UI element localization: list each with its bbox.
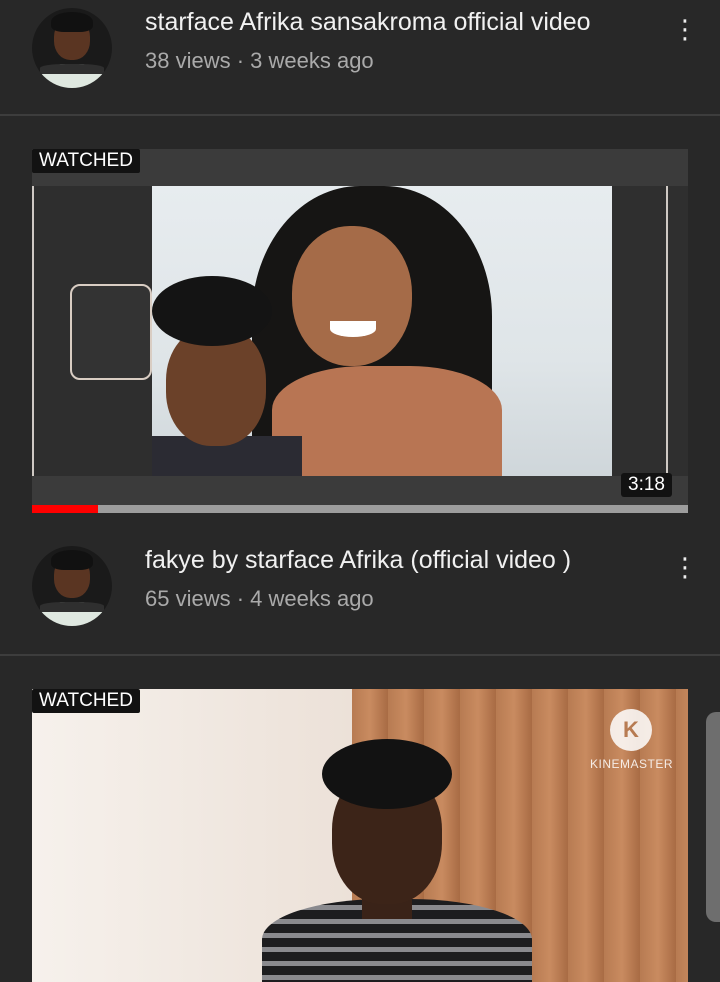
thumbnail-figure <box>272 366 502 476</box>
divider <box>0 654 720 656</box>
frame-line <box>32 186 34 476</box>
thumbnail-overlay-box <box>70 284 152 380</box>
watched-badge: WATCHED <box>32 149 140 173</box>
frame-line <box>666 186 668 476</box>
channel-avatar[interactable] <box>32 546 112 626</box>
video-title[interactable]: fakye by starface Afrika (official video… <box>145 546 571 575</box>
video-meta: 38 views · 3 weeks ago <box>145 48 374 73</box>
more-options-icon[interactable]: ⋮ <box>672 552 698 582</box>
watched-badge: WATCHED <box>32 689 140 713</box>
thumbnail-figure <box>322 739 452 809</box>
thumbnail-bottom-band <box>32 476 688 505</box>
avatar-hair <box>51 12 93 32</box>
video-meta: 65 views · 4 weeks ago <box>145 586 374 611</box>
watch-progress-bar <box>32 505 688 513</box>
thumbnail-frame-right <box>612 186 688 476</box>
video-title[interactable]: starface Afrika sansakroma official vide… <box>145 8 591 37</box>
video-thumbnail[interactable]: 3:18 <box>32 149 688 513</box>
video-meta-row[interactable]: fakye by starface Afrika (official video… <box>0 542 720 642</box>
avatar-shirt <box>40 64 104 88</box>
video-meta-row[interactable]: starface Afrika sansakroma official vide… <box>0 4 720 104</box>
watermark-text: KINEMASTER <box>590 757 674 771</box>
avatar-hair <box>51 550 93 570</box>
more-options-icon[interactable]: ⋮ <box>672 14 698 44</box>
divider <box>0 114 720 116</box>
duration-badge: 3:18 <box>621 473 672 497</box>
thumbnail-figure <box>292 226 412 366</box>
watch-progress-fill <box>32 505 98 513</box>
scrollbar-handle[interactable] <box>706 712 720 922</box>
thumbnail-figure <box>330 321 376 337</box>
channel-avatar[interactable] <box>32 8 112 88</box>
avatar-shirt <box>40 602 104 626</box>
kinemaster-logo-icon: K <box>610 709 652 751</box>
video-thumbnail[interactable]: K KINEMASTER <box>32 689 688 982</box>
thumbnail-figure <box>152 276 272 346</box>
thumbnail-scene <box>152 186 612 476</box>
